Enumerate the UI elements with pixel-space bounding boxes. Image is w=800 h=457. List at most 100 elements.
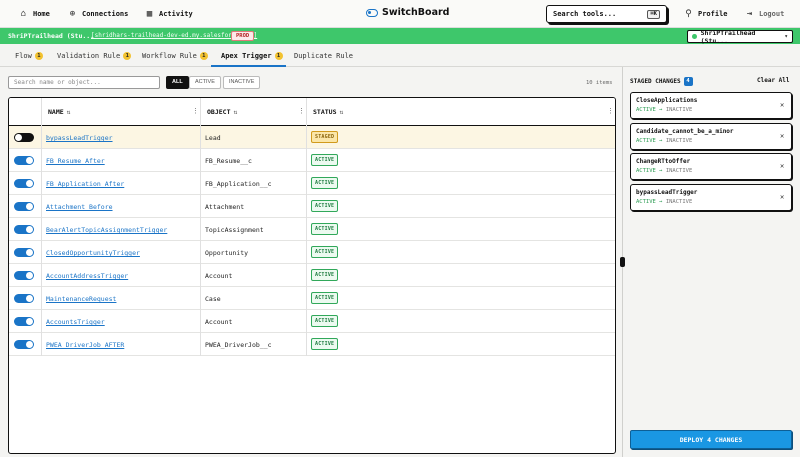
column-header-name[interactable]: NAME ⇅ [48, 108, 70, 116]
close-icon[interactable]: ✕ [780, 162, 784, 170]
search-tools-label: Search tools... [553, 10, 617, 18]
status-badge: ACTIVE [311, 246, 339, 258]
column-menu-icon[interactable]: ⋮ [192, 107, 199, 115]
status-badge: ACTIVE [311, 269, 339, 281]
trigger-name-link[interactable]: BearAlertTopicAssignmentTrigger [46, 226, 167, 234]
close-icon[interactable]: ✕ [780, 132, 784, 140]
org-bar: ShriPTrailhead (Stu... [shridhars-trailh… [0, 28, 800, 45]
object-name: Case [205, 295, 221, 303]
nav-profile[interactable]: ⚲ Profile [684, 9, 727, 19]
active-toggle[interactable] [14, 317, 34, 326]
active-toggle[interactable] [14, 156, 34, 165]
search-tools-button[interactable]: Search tools... ⌘K [546, 5, 667, 23]
close-icon[interactable]: ✕ [780, 193, 784, 201]
filter-active-button[interactable]: ACTIVE [189, 76, 221, 89]
nav-home[interactable]: ⌂ Home [19, 9, 50, 19]
trigger-name-link[interactable]: FB_Resume_After [46, 157, 105, 165]
object-name: FB_Resume__c [205, 157, 252, 165]
triggers-table: NAME ⇅ ⋮ OBJECT ⇅ ⋮ STATUS ⇅ ⋮ bypassLea… [8, 97, 616, 454]
tab-duplicate-rule[interactable]: Duplicate Rule [294, 52, 353, 60]
table-header: NAME ⇅ ⋮ OBJECT ⇅ ⋮ STATUS ⇅ ⋮ [9, 98, 615, 126]
table-row: bypassLeadTrigger Lead STAGED [9, 126, 615, 149]
status-badge: ACTIVE [311, 315, 339, 327]
trigger-name-link[interactable]: AccountsTrigger [46, 318, 105, 326]
change-from: ACTIVE [636, 168, 656, 174]
tab-apex-trigger[interactable]: Apex Trigger 1 [221, 52, 283, 60]
change-to: INACTIVE [665, 199, 693, 205]
sort-icon: ⇅ [233, 108, 238, 116]
staged-count-badge: 4 [683, 77, 693, 86]
active-toggle[interactable] [14, 133, 34, 142]
change-name: bypassLeadTrigger [636, 189, 698, 196]
column-divider [306, 195, 307, 218]
trigger-name-link[interactable]: PWEA_DriverJob_AFTER [46, 341, 124, 349]
resize-handle[interactable] [620, 257, 625, 267]
trigger-name-link[interactable]: FB_Application_After [46, 180, 124, 188]
nav-connections[interactable]: ⊕ Connections [68, 9, 129, 19]
deploy-button[interactable]: DEPLOY 4 CHANGES [630, 430, 792, 449]
active-toggle[interactable] [14, 340, 34, 349]
change-from: ACTIVE [636, 107, 656, 113]
status-dot-icon [692, 34, 697, 39]
switchboard-logo-icon [366, 8, 378, 17]
logout-icon: ⇥ [746, 9, 753, 19]
tab-label: Workflow Rule [142, 52, 197, 60]
tab-validation-rule[interactable]: Validation Rule 1 [57, 52, 132, 60]
column-menu-icon[interactable]: ⋮ [607, 107, 614, 115]
nav-connections-label: Connections [82, 10, 129, 18]
tab-count-badge: 1 [34, 52, 43, 60]
status-badge: STAGED [311, 131, 339, 143]
column-divider [200, 310, 201, 333]
column-header-object[interactable]: OBJECT ⇅ [207, 108, 237, 116]
trigger-name-link[interactable]: AccountAddressTrigger [46, 272, 128, 280]
column-divider [200, 264, 201, 287]
object-name: Opportunity [205, 249, 249, 257]
column-divider [200, 98, 201, 126]
change-transition: ACTIVE → INACTIVE [636, 107, 693, 113]
trigger-name-link[interactable]: ClosedOpportunityTrigger [46, 249, 140, 257]
nav-logout[interactable]: ⇥ Logout [745, 9, 785, 19]
tab-workflow-rule[interactable]: Workflow Rule 1 [142, 52, 208, 60]
trigger-name-link[interactable]: Attachment_Before [46, 203, 113, 211]
search-input[interactable] [8, 76, 160, 89]
active-toggle[interactable] [14, 294, 34, 303]
column-divider [41, 241, 42, 264]
column-header-status[interactable]: STATUS ⇅ [313, 108, 343, 116]
column-divider [41, 333, 42, 356]
brand[interactable]: SwitchBoard [366, 7, 449, 18]
change-to: INACTIVE [665, 168, 693, 174]
close-icon[interactable]: ✕ [780, 101, 784, 109]
column-divider [306, 241, 307, 264]
active-toggle[interactable] [14, 225, 34, 234]
header-label: STATUS [313, 108, 337, 116]
column-divider [306, 126, 307, 149]
change-name: Candidate_cannot_be_a_minor [636, 128, 734, 135]
table-row: FB_Resume_After FB_Resume__c ACTIVE [9, 149, 615, 172]
filter-inactive-button[interactable]: INACTIVE [223, 76, 261, 89]
table-row: ClosedOpportunityTrigger Opportunity ACTIV… [9, 241, 615, 264]
org-selector[interactable]: ShriPTrailhead (Stu... ▾ [687, 29, 793, 45]
active-toggle[interactable] [14, 202, 34, 211]
filter-all-button[interactable]: ALL [166, 76, 189, 89]
status-badge: ACTIVE [311, 177, 339, 189]
shortcut-hint: ⌘K [647, 9, 660, 19]
active-tab-indicator [211, 65, 286, 67]
clear-all-button[interactable]: Clear All [757, 77, 790, 84]
brand-name: SwitchBoard [382, 7, 450, 18]
trigger-name-link[interactable]: MaintenanceRequest [46, 295, 116, 303]
active-toggle[interactable] [14, 271, 34, 280]
change-from: ACTIVE [636, 138, 656, 144]
active-toggle[interactable] [14, 179, 34, 188]
table-row: FB_Application_After FB_Application__c ACT… [9, 172, 615, 195]
column-divider [200, 172, 201, 195]
tab-flow[interactable]: Flow 1 [15, 52, 43, 60]
tab-label: Validation Rule [57, 52, 121, 60]
trigger-name-link[interactable]: bypassLeadTrigger [46, 134, 113, 142]
table-row: AccountsTrigger Account ACTIVE [9, 310, 615, 333]
column-menu-icon[interactable]: ⋮ [298, 107, 305, 115]
nav-activity[interactable]: ▦ Activity [145, 9, 193, 19]
column-divider [306, 149, 307, 172]
active-toggle[interactable] [14, 248, 34, 257]
nav-logout-label: Logout [759, 10, 785, 18]
staged-change-card: Candidate_cannot_be_a_minor ACTIVE → INA… [630, 123, 792, 150]
